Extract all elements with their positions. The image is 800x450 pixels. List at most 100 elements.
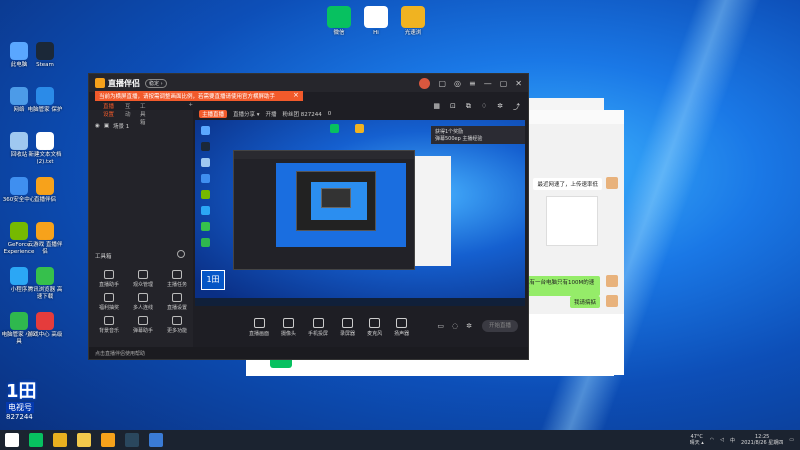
wechat-icon — [327, 6, 351, 28]
close-icon[interactable]: × — [293, 91, 299, 99]
title-bar: 直播伴侣 稳定 › ▢ ◎ ≡ — ▢ ✕ — [89, 74, 528, 92]
lock-icon[interactable]: ⊡ — [450, 102, 456, 112]
desktop-icon[interactable]: 云游戏 直播伴侣 — [26, 222, 64, 256]
grid-icon[interactable]: ▦ — [433, 102, 440, 112]
desktop-icon[interactable]: Steam — [26, 42, 64, 69]
notice-banner[interactable]: 当前为横屏直播，请按需调整画面比例，若需要直播请使用官方横屏助手 — [95, 91, 303, 101]
chrome-icon[interactable] — [53, 433, 67, 447]
steam-icon — [36, 42, 54, 60]
desktop-icon-label: 游戏中心 高级 — [27, 332, 63, 338]
theme-icon[interactable]: ◎ — [454, 79, 461, 88]
tool-item[interactable]: 观众管理 — [127, 270, 159, 288]
tool-item[interactable]: 背景音乐 — [93, 316, 125, 334]
desktop-icon[interactable]: 新建文本文档 (2).txt — [26, 132, 64, 166]
timer-icon[interactable] — [177, 250, 185, 258]
wifi-icon[interactable]: ◠ — [710, 437, 714, 443]
minimize-icon[interactable]: — — [484, 79, 492, 88]
source-control[interactable]: 录屏器 — [340, 318, 355, 337]
live-companion-icon[interactable] — [101, 433, 115, 447]
live-companion-icon — [36, 177, 54, 195]
clock-date[interactable]: 2021/8/26 星期四 — [741, 440, 783, 446]
assistant-icon — [104, 270, 114, 279]
add-scene-button[interactable]: + — [188, 102, 193, 126]
browser-icon — [36, 267, 54, 285]
desktop-icon-label: 腾讯浏览器 高速下载 — [27, 287, 63, 300]
tool-item[interactable]: 多人连线 — [127, 293, 159, 311]
source-control[interactable]: 扬声器 — [394, 318, 409, 337]
info-share[interactable]: 直播分享 ▾ — [233, 110, 260, 118]
tool-item[interactable]: 更多功能 — [161, 316, 193, 334]
security-icon — [201, 174, 210, 183]
desktop-icon[interactable]: 光速浏 — [390, 6, 436, 37]
desktop-icon[interactable]: 电脑管家 保护 — [26, 87, 64, 114]
share-icon[interactable]: ⤴ — [513, 102, 520, 112]
source-control[interactable]: 手机投屏 — [308, 318, 328, 337]
danmaku-icon — [138, 316, 148, 325]
tool-item[interactable]: 主播任务 — [161, 270, 193, 288]
avatar — [606, 295, 618, 307]
filter-icon[interactable]: ◌ — [452, 322, 458, 330]
browser-icon — [201, 222, 210, 231]
taskbar: 47°C 晴天 ▴ ◠ ◁ 中 12:25 2021/8/26 星期四 ▭ — [0, 430, 800, 450]
tool-label: 主播任务 — [166, 282, 187, 288]
tab-live-settings[interactable]: 直播设置 — [103, 102, 117, 126]
terminal-icon[interactable] — [149, 433, 163, 447]
desktop-icon[interactable]: 直播伴侣 — [26, 177, 64, 204]
live-companion-window[interactable]: 直播伴侣 稳定 › ▢ ◎ ≡ — ▢ ✕ 当前为横屏直播，请按需调整画面比例，… — [88, 73, 529, 360]
start-live-button[interactable]: 开始直播 — [482, 320, 518, 332]
layout-icon[interactable]: ▢ — [438, 79, 446, 88]
help-footer[interactable]: 点击直播伴侣使用帮助 — [89, 347, 528, 359]
volume-icon[interactable]: ◁ — [720, 437, 724, 443]
maximize-icon[interactable]: ▢ — [500, 79, 508, 88]
reward-title: 获得1个奖励 — [435, 129, 464, 135]
wechat-icon[interactable] — [29, 433, 43, 447]
source-control[interactable]: 麦克风 — [367, 318, 382, 337]
channel-watermark: 1田 电视号 827244 — [6, 382, 62, 428]
input-method-icon[interactable]: 中 — [730, 437, 735, 444]
live-preview[interactable]: 获得1个奖励 弹幕500ep 主播经验 1田 — [195, 120, 525, 306]
wechat-window[interactable]: 最近网速了，上传速率低 我有一台电脑只有100M的速率 我请搞掂 — [520, 110, 624, 375]
camera-toggle-icon[interactable]: ▭ — [437, 322, 444, 330]
recorder-icon — [342, 318, 354, 328]
tool-item[interactable]: 弹幕助手 — [127, 316, 159, 334]
windows-start-icon[interactable] — [5, 433, 19, 447]
reward-panel: 获得1个奖励 弹幕500ep 主播经验 — [431, 126, 525, 144]
gear-icon[interactable]: ✲ — [466, 322, 472, 330]
copy-icon[interactable]: ⧉ — [466, 102, 471, 112]
desktop-icon[interactable]: 游戏中心 高级 — [26, 312, 64, 339]
chat-image[interactable] — [546, 196, 598, 246]
source-control[interactable]: 摄像头 — [281, 318, 296, 337]
system-tray[interactable]: 47°C 晴天 ▴ ◠ ◁ 中 12:25 2021/8/26 星期四 ▭ — [690, 434, 800, 446]
folder-icon[interactable] — [77, 433, 91, 447]
gear-icon[interactable]: ✲ — [497, 102, 503, 112]
tool-label: 直播助手 — [98, 282, 119, 288]
camera-icon — [283, 318, 295, 328]
notice-text: 当前为横屏直播，请按需调整画面比例，若需要直播请使用官方横屏助手 — [99, 94, 276, 100]
tool-item[interactable]: 直播设置 — [161, 293, 193, 311]
wechat-icon — [330, 124, 339, 133]
tab-toolbox[interactable]: 工具箱 — [140, 102, 150, 126]
tool-item[interactable]: 福利抽奖 — [93, 293, 125, 311]
nvidia-icon — [201, 190, 210, 199]
desktop-icon[interactable]: 腾讯浏览器 高速下载 — [26, 267, 64, 301]
notification-icon[interactable]: ▭ — [789, 437, 794, 443]
control-label: 麦克风 — [367, 331, 383, 337]
avatar[interactable] — [419, 77, 431, 89]
tab-interaction[interactable]: 互动 — [125, 102, 132, 126]
reward-sub: 弹幕500ep 主播经验 — [435, 136, 483, 142]
mic-icon — [369, 318, 381, 328]
desktop-icon-label: 光速浏 — [404, 30, 422, 36]
info-fans: 粉丝团 827244 — [282, 112, 322, 118]
eye-icon[interactable]: ◉ — [95, 123, 100, 129]
tool-item[interactable]: 直播助手 — [93, 270, 125, 288]
audience-icon — [138, 270, 148, 279]
music-icon — [104, 316, 114, 325]
speaker-icon — [396, 318, 408, 328]
steam-icon[interactable] — [125, 433, 139, 447]
menu-icon[interactable]: ≡ — [469, 79, 476, 88]
version-badge[interactable]: 稳定 › — [145, 78, 167, 88]
bell-icon[interactable]: ♢ — [481, 102, 487, 112]
sidebar: 直播设置 互动 工具箱 + ◉ ▣ 场景 1 工具箱 直播助手 观众管理 主播任务福… — [89, 102, 193, 347]
close-icon[interactable]: ✕ — [515, 79, 522, 88]
source-control[interactable]: 直播画面 — [249, 318, 269, 337]
